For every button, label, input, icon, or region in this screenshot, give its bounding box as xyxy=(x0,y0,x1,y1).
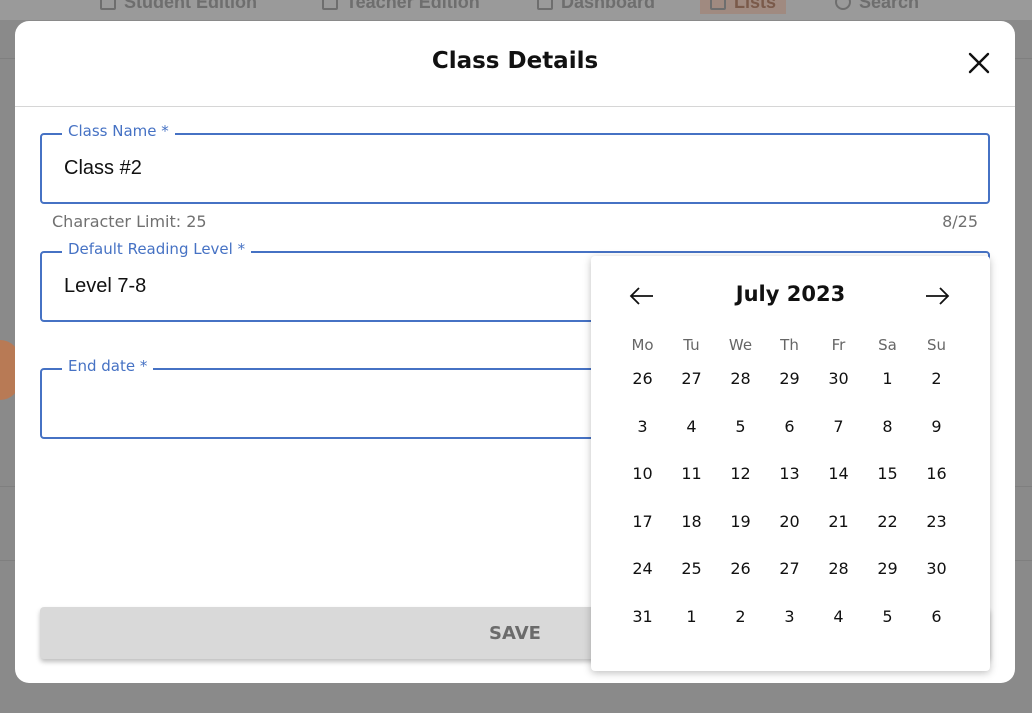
class-name-input[interactable]: Class #2 xyxy=(64,157,142,180)
calendar-day[interactable]: 5 xyxy=(863,604,912,630)
calendar-day[interactable]: 6 xyxy=(765,414,814,440)
day-grid: 26 27 28 29 30 1 2 3 4 5 6 7 8 9 10 11 12 13 14 15 16 17 18 19 2… xyxy=(618,366,961,651)
calendar-day[interactable]: 22 xyxy=(863,509,912,535)
calendar-day[interactable]: 28 xyxy=(814,556,863,582)
class-name-field[interactable]: Class Name * Class #2 xyxy=(40,122,990,204)
calendar-day[interactable]: 7 xyxy=(814,414,863,440)
search-icon xyxy=(835,0,851,10)
list-icon xyxy=(710,0,726,10)
calendar-day[interactable]: 17 xyxy=(618,509,667,535)
calendar-day[interactable]: 2 xyxy=(912,366,961,392)
reading-level-select[interactable]: Level 7-8 xyxy=(64,275,146,298)
calendar-day[interactable]: 30 xyxy=(912,556,961,582)
calendar-day[interactable]: 4 xyxy=(667,414,716,440)
calendar-day[interactable]: 3 xyxy=(765,604,814,630)
weekday-label: Th xyxy=(780,336,799,354)
calendar-day[interactable]: 31 xyxy=(618,604,667,630)
calendar-day[interactable]: 1 xyxy=(863,366,912,392)
nav-student-edition: Student Edition xyxy=(100,0,257,14)
weekday-label: Tu xyxy=(683,336,700,354)
nav-dashboard: Dashboard xyxy=(537,0,655,14)
book-icon xyxy=(322,0,338,10)
weekday-label: Fr xyxy=(831,336,846,354)
end-date-label: End date * xyxy=(62,357,154,375)
weekday-label: Su xyxy=(926,336,947,354)
arrow-right-icon xyxy=(926,287,950,305)
calendar-day[interactable]: 1 xyxy=(667,604,716,630)
calendar-day[interactable]: 11 xyxy=(667,461,716,487)
calendar-day[interactable]: 30 xyxy=(814,366,863,392)
close-icon xyxy=(968,52,990,74)
close-button[interactable] xyxy=(967,51,991,75)
calendar-day[interactable]: 23 xyxy=(912,509,961,535)
calendar-day[interactable]: 10 xyxy=(618,461,667,487)
calendar-day[interactable]: 20 xyxy=(765,509,814,535)
calendar-day[interactable]: 6 xyxy=(912,604,961,630)
calendar-day[interactable]: 25 xyxy=(667,556,716,582)
nav-search: Search xyxy=(835,0,919,14)
calendar-day[interactable]: 26 xyxy=(618,366,667,392)
class-name-helper: Character Limit: 25 8/25 xyxy=(52,212,978,231)
calendar-day[interactable]: 29 xyxy=(765,366,814,392)
weekday-label: We xyxy=(728,336,753,354)
calendar-day[interactable]: 3 xyxy=(618,414,667,440)
weekday-label: Sa xyxy=(878,336,897,354)
reading-level-label: Default Reading Level * xyxy=(62,240,252,258)
calendar-day[interactable]: 8 xyxy=(863,414,912,440)
modal-header: Class Details xyxy=(15,21,1015,107)
calendar-day[interactable]: 26 xyxy=(716,556,765,582)
calendar-day[interactable]: 24 xyxy=(618,556,667,582)
character-count: 8/25 xyxy=(942,212,978,231)
calendar-day[interactable]: 4 xyxy=(814,604,863,630)
calendar-day[interactable]: 12 xyxy=(716,461,765,487)
calendar-day[interactable]: 27 xyxy=(667,366,716,392)
calendar-day[interactable]: 29 xyxy=(863,556,912,582)
calendar-day[interactable]: 21 xyxy=(814,509,863,535)
calendar-day[interactable]: 14 xyxy=(814,461,863,487)
calendar-day[interactable]: 13 xyxy=(765,461,814,487)
next-month-button[interactable] xyxy=(922,284,952,308)
calendar-day[interactable]: 9 xyxy=(912,414,961,440)
date-picker: July 2023 Mo Tu We Th Fr Sa Su 26 27 28 29 3… xyxy=(591,256,990,671)
weekday-label: Mo xyxy=(631,336,654,354)
book-icon xyxy=(100,0,116,10)
calendar-day[interactable]: 2 xyxy=(716,604,765,630)
calendar-day[interactable]: 18 xyxy=(667,509,716,535)
modal-title: Class Details xyxy=(431,48,599,74)
calendar-day[interactable]: 28 xyxy=(716,366,765,392)
calendar-day[interactable]: 27 xyxy=(765,556,814,582)
calendar-day[interactable]: 16 xyxy=(912,461,961,487)
class-name-label: Class Name * xyxy=(62,122,175,140)
weekday-header: Mo Tu We Th Fr Sa Su xyxy=(618,336,961,356)
calendar-day[interactable]: 19 xyxy=(716,509,765,535)
character-limit-text: Character Limit: 25 xyxy=(52,212,207,231)
calendar-day[interactable]: 5 xyxy=(716,414,765,440)
nav-lists: Lists xyxy=(700,0,787,14)
date-picker-header: July 2023 xyxy=(591,256,990,336)
calendar-day[interactable]: 15 xyxy=(863,461,912,487)
dashboard-icon xyxy=(537,0,553,10)
nav-teacher-edition: Teacher Edition xyxy=(322,0,480,14)
background-nav: Student Edition Teacher Edition Dashboar… xyxy=(0,0,1032,20)
